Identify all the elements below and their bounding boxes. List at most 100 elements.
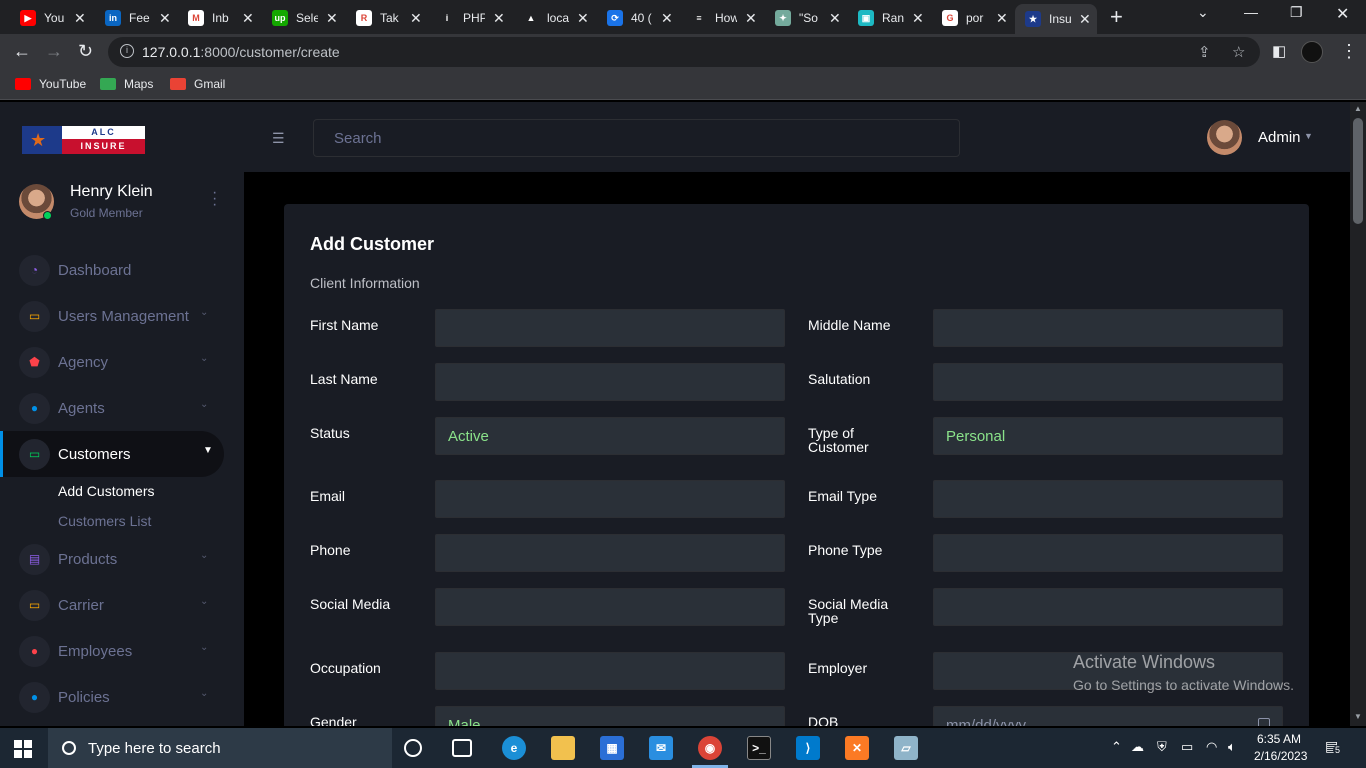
scroll-up-icon[interactable]: ▲ bbox=[1354, 104, 1362, 113]
profile-avatar-icon[interactable] bbox=[1301, 41, 1323, 63]
taskbar-search[interactable]: Type here to search bbox=[48, 728, 392, 768]
browser-tab[interactable]: ▲ loca ✕ bbox=[513, 4, 595, 32]
back-icon[interactable]: ← bbox=[13, 42, 31, 60]
browser-tab[interactable]: M Inb ✕ bbox=[178, 4, 260, 32]
mail-icon[interactable]: ✉ bbox=[649, 736, 673, 760]
share-icon[interactable]: ⇪ bbox=[1198, 43, 1211, 61]
sidebar-item-policies[interactable]: ● Policies ⌄ bbox=[0, 674, 224, 720]
vscode-icon[interactable]: ⟩ bbox=[796, 736, 820, 760]
status-select[interactable]: Active bbox=[435, 417, 785, 455]
cortana-icon[interactable] bbox=[404, 739, 422, 757]
sidebar-item-agency[interactable]: ⬟ Agency ⌄ bbox=[0, 339, 224, 385]
brand-logo[interactable]: ★ ALC INSURE bbox=[22, 126, 145, 154]
browser-tab[interactable]: ≡ How ✕ bbox=[681, 4, 763, 32]
profile-menu-icon[interactable]: · · · bbox=[212, 185, 217, 213]
security-icon[interactable]: ⛨ bbox=[1157, 739, 1167, 755]
browser-tab[interactable]: ▶ You ✕ bbox=[10, 4, 92, 32]
sidebar-item-agents[interactable]: ● Agents ⌄ bbox=[0, 385, 224, 431]
chevron-down-icon[interactable]: ⌄ bbox=[200, 307, 208, 318]
forward-icon[interactable]: → bbox=[45, 42, 63, 60]
tab-close-icon[interactable]: ✕ bbox=[912, 10, 924, 27]
sidebar-item-products[interactable]: ▤ Products ⌄ bbox=[0, 536, 224, 582]
clock-time[interactable]: 6:35 AM bbox=[1257, 732, 1301, 746]
chrome-icon[interactable]: ◉ bbox=[698, 736, 722, 760]
middle-name-field[interactable] bbox=[933, 309, 1283, 347]
close-window-icon[interactable]: ✕ bbox=[1336, 4, 1349, 24]
browser-tab[interactable]: up Sele ✕ bbox=[262, 4, 344, 32]
scroll-down-icon[interactable]: ▼ bbox=[1354, 712, 1362, 721]
occupation-field[interactable] bbox=[435, 652, 785, 690]
browser-tab[interactable]: ★ Insu ✕ bbox=[1015, 4, 1097, 34]
browser-tab[interactable]: ⟳ 40 (✕ bbox=[597, 4, 679, 32]
salutation-field[interactable] bbox=[933, 363, 1283, 401]
last-name-field[interactable] bbox=[435, 363, 785, 401]
search-input[interactable] bbox=[313, 119, 960, 157]
email-type-field[interactable] bbox=[933, 480, 1283, 518]
terminal-icon[interactable]: >_ bbox=[747, 736, 771, 760]
chevron-down-icon[interactable]: ⌄ bbox=[200, 642, 208, 653]
reload-icon[interactable]: ↻ bbox=[78, 42, 93, 60]
tab-close-icon[interactable]: ✕ bbox=[829, 10, 841, 27]
volume-icon[interactable]: 🔈︎ bbox=[1228, 739, 1236, 755]
chevron-down-icon[interactable]: ⌄ bbox=[200, 688, 208, 699]
tab-close-icon[interactable]: ✕ bbox=[1079, 11, 1091, 28]
sidebar-item-users-management[interactable]: ▭ Users Management ⌄ bbox=[0, 293, 224, 339]
tab-close-icon[interactable]: ✕ bbox=[661, 10, 673, 27]
phone-type-field[interactable] bbox=[933, 534, 1283, 572]
wifi-icon[interactable]: ◠ bbox=[1206, 739, 1217, 755]
sidebar-item-dashboard[interactable]: ◔ Dashboard bbox=[0, 247, 224, 293]
task-view-icon[interactable] bbox=[452, 739, 472, 757]
site-info-icon[interactable]: i bbox=[120, 44, 134, 58]
chevron-down-icon[interactable]: ⌄ bbox=[200, 353, 208, 364]
tab-close-icon[interactable]: ✕ bbox=[745, 10, 757, 27]
maximize-icon[interactable]: ❐ bbox=[1290, 4, 1303, 21]
chevron-down-icon[interactable]: ▼ bbox=[1304, 131, 1313, 141]
bookmark-youtube[interactable]: YouTube bbox=[15, 77, 86, 91]
menu-toggle-icon[interactable]: ☰ bbox=[272, 130, 285, 147]
type-of-customer-select[interactable]: Personal bbox=[933, 417, 1283, 455]
bookmark-maps[interactable]: Maps bbox=[100, 77, 153, 91]
chevron-down-icon[interactable]: ⌄ bbox=[200, 550, 208, 561]
social-media-field[interactable] bbox=[435, 588, 785, 626]
tab-close-icon[interactable]: ✕ bbox=[74, 10, 86, 27]
edge-icon[interactable]: e bbox=[502, 736, 526, 760]
page-scrollbar[interactable]: ▲ ▼ bbox=[1350, 102, 1366, 726]
tab-close-icon[interactable]: ✕ bbox=[242, 10, 254, 27]
browser-tab[interactable]: ▣ Ran ✕ bbox=[848, 4, 930, 32]
sub-item-add-customers[interactable]: Add Customers bbox=[58, 483, 154, 499]
first-name-field[interactable] bbox=[435, 309, 785, 347]
bookmark-star-icon[interactable]: ☆ bbox=[1232, 43, 1245, 61]
tray-chevron-up-icon[interactable]: ⌃ bbox=[1111, 739, 1122, 755]
minimize-icon[interactable]: — bbox=[1244, 4, 1258, 20]
onedrive-icon[interactable]: ☁ bbox=[1131, 739, 1144, 755]
tab-close-icon[interactable]: ✕ bbox=[996, 10, 1008, 27]
address-bar[interactable]: i 127.0.0.1:8000/customer/create ⇪ ☆ bbox=[108, 37, 1260, 67]
tab-close-icon[interactable]: ✕ bbox=[410, 10, 422, 27]
store-icon[interactable]: ▦ bbox=[600, 736, 624, 760]
sub-item-customers-list[interactable]: Customers List bbox=[58, 513, 151, 529]
xampp-icon[interactable]: ✕ bbox=[845, 736, 869, 760]
notification-center-icon[interactable]: ▤ 5 bbox=[1325, 738, 1343, 756]
tab-close-icon[interactable]: ✕ bbox=[159, 10, 171, 27]
tab-close-icon[interactable]: ✕ bbox=[326, 10, 338, 27]
sidebar-item-customers[interactable]: ▭ Customers ▼ bbox=[0, 431, 224, 477]
browser-tab[interactable]: in Fee ✕ bbox=[95, 4, 177, 32]
bookmark-gmail[interactable]: Gmail bbox=[170, 77, 225, 91]
admin-name[interactable]: Admin bbox=[1258, 129, 1301, 146]
url-text[interactable]: 127.0.0.1:8000/customer/create bbox=[142, 44, 340, 60]
browser-tab[interactable]: i PHP ✕ bbox=[429, 4, 511, 32]
tab-close-icon[interactable]: ✕ bbox=[493, 10, 505, 27]
windows-start-icon[interactable] bbox=[14, 740, 32, 758]
sidebar-item-carrier[interactable]: ▭ Carrier ⌄ bbox=[0, 582, 224, 628]
social-media-type-field[interactable] bbox=[933, 588, 1283, 626]
tab-search-icon[interactable]: ⌄ bbox=[1197, 4, 1209, 21]
side-panel-icon[interactable]: ◧ bbox=[1272, 43, 1286, 61]
battery-icon[interactable]: ▭ bbox=[1181, 739, 1193, 755]
phone-field[interactable] bbox=[435, 534, 785, 572]
app-icon[interactable]: ▱ bbox=[894, 736, 918, 760]
clock-date[interactable]: 2/16/2023 bbox=[1254, 749, 1307, 763]
tab-close-icon[interactable]: ✕ bbox=[577, 10, 589, 27]
chevron-down-icon[interactable]: ▼ bbox=[203, 445, 213, 456]
browser-menu-icon[interactable]: ⋮ bbox=[1340, 42, 1358, 60]
file-explorer-icon[interactable] bbox=[551, 736, 575, 760]
